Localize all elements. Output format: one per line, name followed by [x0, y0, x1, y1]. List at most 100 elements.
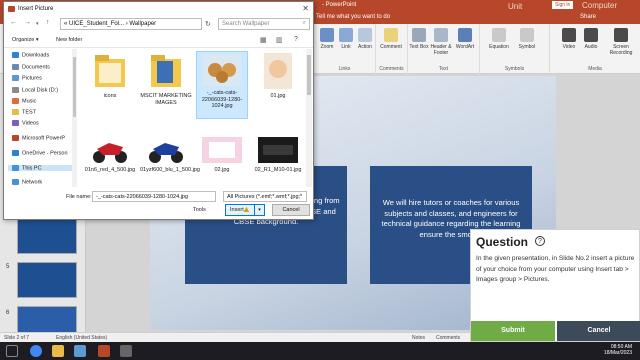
file-name-label: File name:: [66, 194, 92, 200]
folder-icon: [12, 87, 19, 93]
taskbar-clock: 08:50 AM 18/Mar/2023: [603, 344, 632, 356]
comment-button[interactable]: Comment: [380, 28, 402, 50]
powerpoint-taskbar-icon[interactable]: [98, 345, 110, 357]
dialog-cancel-button[interactable]: Cancel: [272, 204, 310, 216]
comments-group-label: Comments: [379, 66, 404, 72]
chrome-icon[interactable]: [30, 345, 42, 357]
textbox-button[interactable]: Text Box: [408, 28, 430, 50]
dialog-navbar: ← → ▾ ↑ « UICE_Student_Fol... › Wallpape…: [4, 16, 313, 32]
comments-button[interactable]: Comments: [436, 335, 460, 341]
nav-item-music[interactable]: Music: [12, 98, 36, 104]
file-item-blue-bike[interactable]: 01yzf600_blu_1_500.jpg: [140, 135, 200, 174]
file-explorer-icon[interactable]: [52, 345, 64, 357]
file-list: icons MSCIT MARKETING IMAGES -_-cats-cat…: [80, 49, 305, 187]
audio-button[interactable]: Audio: [580, 28, 602, 50]
mouse-cursor-icon: ▲: [242, 204, 251, 214]
view-options-icon[interactable]: ▦: [260, 36, 267, 44]
nav-item-pictures[interactable]: Pictures: [12, 75, 42, 81]
up-arrow-icon[interactable]: ↑: [46, 19, 50, 26]
file-item-mscit[interactable]: MSCIT MARKETING IMAGES: [140, 51, 192, 106]
help-circle-icon[interactable]: ?: [535, 236, 545, 246]
header-footer-button[interactable]: Header & Footer: [430, 28, 452, 56]
insert-dropdown-icon[interactable]: ▾: [254, 205, 264, 215]
motorbike-image-thumbnail: [149, 143, 183, 163]
ribbon-group-text: Text Box Header & Footer WordArt Text: [408, 24, 480, 74]
folder-icon: [12, 98, 19, 104]
ribbon-group-comments: Comment Comments: [376, 24, 408, 74]
recent-dropdown-icon[interactable]: ▾: [36, 21, 39, 27]
screen-recording-button[interactable]: Screen Recording: [606, 28, 636, 56]
question-body: In the given presentation, in Slide No.2…: [476, 255, 635, 284]
ribbon-group-media: Video Audio Screen Recording Media: [550, 24, 640, 74]
app-icon[interactable]: [120, 345, 132, 357]
video-button[interactable]: Video: [558, 28, 580, 50]
folder-icon: [12, 109, 19, 115]
nav-item-microsoft-powerp[interactable]: Microsoft PowerP: [12, 135, 65, 141]
address-bar[interactable]: « UICE_Student_Fol... › Wallpaper: [60, 18, 202, 30]
flower-frame-image-thumbnail: [202, 137, 242, 163]
submit-button[interactable]: Submit: [471, 321, 555, 341]
audio-icon: [584, 28, 598, 42]
file-item-02-r1[interactable]: 02_R1_M10-01.jpg: [252, 135, 304, 174]
file-item-02[interactable]: 02.jpg: [196, 135, 248, 174]
forward-arrow-icon[interactable]: →: [24, 19, 31, 26]
wordart-button[interactable]: WordArt: [454, 28, 476, 50]
slide-number: 5: [6, 264, 10, 270]
file-item-cats[interactable]: -_-cats-cats-22066039-1280-1024.jpg: [196, 51, 248, 119]
scroll-thumb[interactable]: [73, 57, 76, 117]
preview-pane-icon[interactable]: ▥: [276, 36, 283, 44]
file-list-scrollbar[interactable]: [306, 49, 312, 187]
sign-in-button[interactable]: Sign in: [552, 1, 574, 9]
symbol-button[interactable]: Symbol: [516, 28, 538, 50]
nav-item-network[interactable]: Network: [12, 179, 42, 185]
help-icon[interactable]: ?: [294, 36, 298, 43]
folder-icon: [12, 75, 19, 81]
file-type-select[interactable]: All Pictures (*.emf;*.wmf;*.jpg;*: [223, 191, 307, 202]
tools-button[interactable]: Tools: [193, 207, 206, 213]
navigation-scrollbar[interactable]: [72, 49, 77, 187]
dialog-title: Insert Picture: [18, 6, 54, 12]
nav-item-local-disk-d[interactable]: Local Disk (D:): [12, 87, 58, 93]
question-cancel-button[interactable]: Cancel: [557, 321, 640, 341]
search-input[interactable]: Search Wallpaper ⌕: [218, 18, 310, 30]
dialog-titlebar[interactable]: Insert Picture ✕: [4, 2, 313, 16]
nav-item-videos[interactable]: Videos: [12, 120, 39, 126]
nav-item-onedrive-person[interactable]: OneDrive - Person: [12, 150, 68, 156]
back-arrow-icon[interactable]: ←: [10, 19, 17, 26]
new-folder-button[interactable]: New folder: [56, 37, 82, 43]
file-name-input[interactable]: -_-cats-cats-22066039-1280-1024.jpg: [92, 191, 216, 202]
nav-item-downloads[interactable]: Downloads: [12, 52, 49, 58]
slide-thumbnail[interactable]: [17, 218, 77, 254]
file-item-01[interactable]: 01.jpg: [252, 51, 304, 100]
search-icon: ⌕: [302, 20, 306, 26]
scroll-thumb[interactable]: [307, 55, 311, 95]
folder-icon: [12, 165, 19, 171]
nav-item-documents[interactable]: Documents: [12, 64, 50, 70]
windows-start-icon[interactable]: [6, 345, 18, 357]
action-button[interactable]: Action: [354, 28, 376, 50]
file-item-icons[interactable]: icons: [84, 51, 136, 100]
app-icon[interactable]: [74, 345, 86, 357]
tell-me-box[interactable]: Tell me what you want to do: [316, 14, 390, 20]
question-title: Question: [476, 235, 529, 249]
motorbike-image-thumbnail: [93, 143, 127, 163]
folder-icon: [95, 55, 125, 87]
links-group-label: Links: [338, 66, 351, 72]
share-button[interactable]: Share: [580, 14, 596, 20]
slide-thumbnail[interactable]: [17, 262, 77, 298]
nav-item-this-pc[interactable]: This PC: [8, 165, 72, 172]
file-item-red-bike[interactable]: 01n6_red_4_500.jpg: [84, 135, 136, 174]
ribbon-group-symbols: Equation Symbol Symbols: [480, 24, 550, 74]
refresh-icon[interactable]: ↻: [205, 20, 211, 28]
language-indicator[interactable]: English (United States): [56, 335, 107, 341]
baby-image-thumbnail: [264, 53, 292, 89]
insert-picture-dialog: Insert Picture ✕ ← → ▾ ↑ « UICE_Student_…: [3, 1, 314, 220]
media-group-label: Media: [588, 66, 602, 72]
nav-item-test[interactable]: TEST: [12, 109, 36, 115]
equation-button[interactable]: Equation: [488, 28, 510, 50]
folder-icon: [12, 120, 19, 126]
cats-image-thumbnail: [203, 54, 241, 86]
organize-button[interactable]: Organize ▾: [12, 37, 39, 43]
notes-button[interactable]: Notes: [412, 335, 425, 341]
close-icon[interactable]: ✕: [302, 4, 309, 13]
